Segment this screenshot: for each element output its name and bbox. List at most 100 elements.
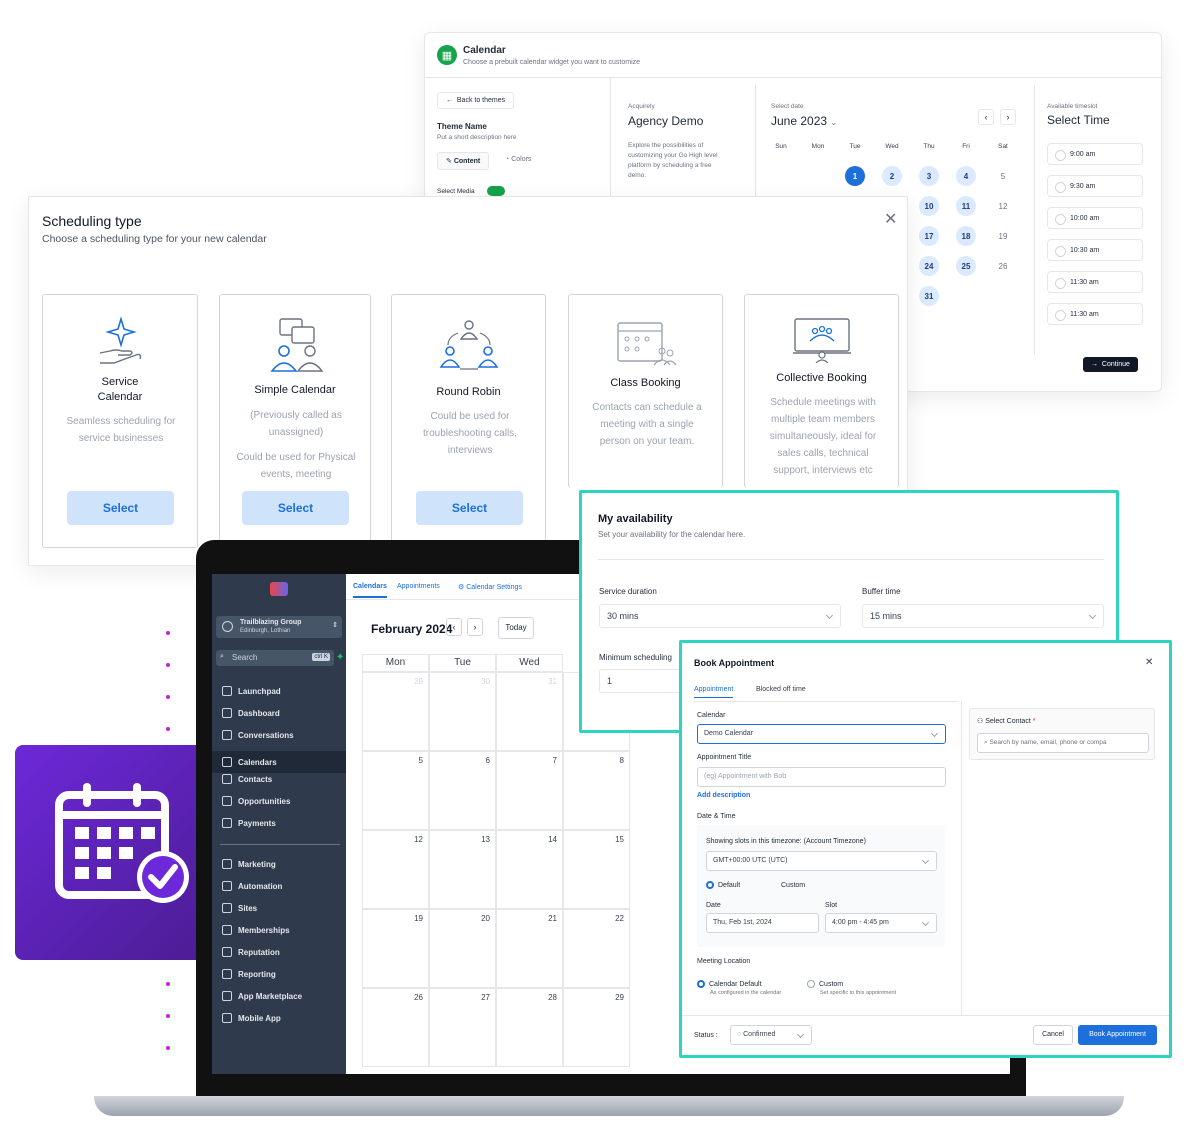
close-icon[interactable]: ✕: [1145, 657, 1153, 668]
prev-button[interactable]: ‹: [446, 618, 462, 636]
select-button[interactable]: Select: [242, 491, 349, 525]
option-collective-booking[interactable]: Collective Booking Schedule meetings wit…: [744, 294, 899, 488]
book-appointment-button[interactable]: Book Appointment: [1078, 1025, 1157, 1045]
select-button[interactable]: Select: [67, 491, 174, 525]
day-cell[interactable]: 31: [919, 286, 939, 306]
option-service-calendar[interactable]: Service Calendar Seamless scheduling for…: [42, 294, 198, 548]
day-cell[interactable]: 29: [362, 672, 429, 751]
nav-item-opportunities[interactable]: Opportunities: [222, 795, 290, 807]
day-cell[interactable]: 18: [956, 226, 976, 246]
time-slot[interactable]: 11:30 am: [1047, 303, 1143, 325]
day-cell[interactable]: 29: [563, 988, 630, 1067]
tab-appointments[interactable]: Appointments: [397, 583, 440, 590]
day-cell[interactable]: 14: [496, 830, 563, 909]
option-simple-calendar[interactable]: Simple Calendar (Previously called as un…: [219, 294, 371, 548]
day-cell[interactable]: 26: [362, 988, 429, 1067]
day-cell[interactable]: 4: [956, 166, 976, 186]
nav-item-mobile-app[interactable]: Mobile App: [222, 1012, 281, 1024]
panel-title: My availability: [598, 513, 673, 525]
quick-action-icon[interactable]: ✦: [336, 652, 344, 663]
time-slot[interactable]: 9:30 am: [1047, 175, 1143, 197]
today-button[interactable]: Today: [498, 617, 534, 639]
month-title[interactable]: June 2023 ⌄: [771, 114, 837, 128]
tab-calendar-settings[interactable]: ⚙ Calendar Settings: [458, 583, 522, 591]
org-switcher[interactable]: Trailblazing Group Edinburgh, Lothian ⇕: [216, 616, 342, 638]
service-duration-select[interactable]: 30 mins: [599, 604, 841, 628]
day-cell[interactable]: 20: [429, 909, 496, 988]
back-to-themes-button[interactable]: ← Back to themes: [437, 92, 515, 109]
label-text: Select Contact: [985, 718, 1031, 725]
location-custom-radio[interactable]: Custom: [807, 980, 843, 988]
location-default-radio[interactable]: Calendar Default: [697, 980, 762, 988]
slot-select[interactable]: 4:00 pm - 4:45 pm: [825, 913, 937, 933]
date-input[interactable]: Thu, Feb 1st, 2024: [706, 913, 819, 933]
day-cell[interactable]: 3: [919, 166, 939, 186]
day-cell[interactable]: 17: [919, 226, 939, 246]
contact-search-input[interactable]: ⌕ Search by name, email, phone or compa: [977, 733, 1149, 753]
option-round-robin[interactable]: Round Robin Could be used for troublesho…: [391, 294, 546, 548]
time-slot[interactable]: 9:00 am: [1047, 143, 1143, 165]
nav-item-automation[interactable]: Automation: [222, 880, 282, 892]
day-cell[interactable]: 8: [563, 751, 630, 830]
next-button[interactable]: ›: [467, 618, 483, 636]
nav-item-reporting[interactable]: Reporting: [222, 968, 276, 980]
time-slot[interactable]: 10:30 am: [1047, 239, 1143, 261]
tab-appointment[interactable]: Appointment: [694, 686, 734, 698]
tab-blocked-off-time[interactable]: Blocked off time: [756, 686, 806, 693]
day-cell[interactable]: 13: [429, 830, 496, 909]
day-cell[interactable]: 12: [362, 830, 429, 909]
timezone-select[interactable]: GMT+00:00 UTC (UTC): [706, 851, 937, 871]
day-cell[interactable]: 28: [496, 988, 563, 1067]
day-cell[interactable]: 7: [496, 751, 563, 830]
option-class-booking[interactable]: Class Booking Contacts can schedule a me…: [568, 294, 723, 488]
nav-item-marketing[interactable]: Marketing: [222, 858, 276, 870]
select-button[interactable]: Select: [416, 491, 523, 525]
next-month-button[interactable]: ›: [1000, 109, 1016, 125]
time-slot[interactable]: 11:30 am: [1047, 271, 1143, 293]
day-cell[interactable]: 11: [956, 196, 976, 216]
calendar-select[interactable]: Demo Calendar: [697, 724, 946, 744]
nav-item-sites[interactable]: Sites: [222, 902, 257, 914]
continue-button[interactable]: → Continue: [1083, 357, 1138, 372]
day-cell[interactable]: 21: [496, 909, 563, 988]
tab-calendars[interactable]: Calendars: [353, 583, 387, 598]
day-cell[interactable]: 27: [429, 988, 496, 1067]
day-cell[interactable]: 15: [563, 830, 630, 909]
nav-item-dashboard[interactable]: Dashboard: [222, 707, 280, 719]
select-media-toggle[interactable]: [487, 186, 505, 196]
day-cell[interactable]: 6: [429, 751, 496, 830]
close-icon[interactable]: ✕: [884, 209, 897, 229]
nav-item-payments[interactable]: Payments: [222, 817, 276, 829]
nav-item-launchpad[interactable]: Launchpad: [222, 685, 281, 697]
tab-content[interactable]: ✎ Content: [437, 152, 490, 170]
day-cell[interactable]: 2: [882, 166, 902, 186]
search-input[interactable]: ⌕ Search ctrl K: [216, 650, 334, 666]
day-cell[interactable]: 10: [919, 196, 939, 216]
nav-item-app-marketplace[interactable]: App Marketplace: [222, 990, 302, 1002]
day-cell[interactable]: 5: [362, 751, 429, 830]
buffer-time-select[interactable]: 15 mins: [862, 604, 1104, 628]
nav-item-conversations[interactable]: Conversations: [222, 729, 294, 741]
day-cell[interactable]: 25: [956, 256, 976, 276]
add-description-link[interactable]: Add description: [697, 792, 750, 799]
day-cell[interactable]: 30: [429, 672, 496, 751]
custom-radio[interactable]: Custom: [769, 881, 805, 889]
day-cell[interactable]: 19: [362, 909, 429, 988]
nav-item-calendars[interactable]: Calendars: [212, 751, 346, 773]
tab-colors[interactable]: ◔ Colors: [505, 156, 531, 163]
nav-item-reputation[interactable]: Reputation: [222, 946, 280, 958]
appointment-title-input[interactable]: (eg) Appointment with Bob: [697, 767, 946, 787]
cancel-button[interactable]: Cancel: [1033, 1025, 1073, 1045]
time-slot[interactable]: 10:00 am: [1047, 207, 1143, 229]
day-cell[interactable]: 22: [563, 909, 630, 988]
chevron-right-icon: ›: [473, 622, 477, 632]
status-select[interactable]: ◌ Confirmed: [730, 1025, 812, 1045]
default-radio[interactable]: Default: [706, 881, 740, 889]
nav-item-memberships[interactable]: Memberships: [222, 924, 290, 936]
day-cell[interactable]: 31: [496, 672, 563, 751]
day-cell[interactable]: 24: [919, 256, 939, 276]
prev-month-button[interactable]: ‹: [978, 109, 994, 125]
app-logo: [270, 582, 288, 596]
nav-item-contacts[interactable]: Contacts: [222, 773, 272, 785]
day-cell[interactable]: 1: [845, 166, 865, 186]
